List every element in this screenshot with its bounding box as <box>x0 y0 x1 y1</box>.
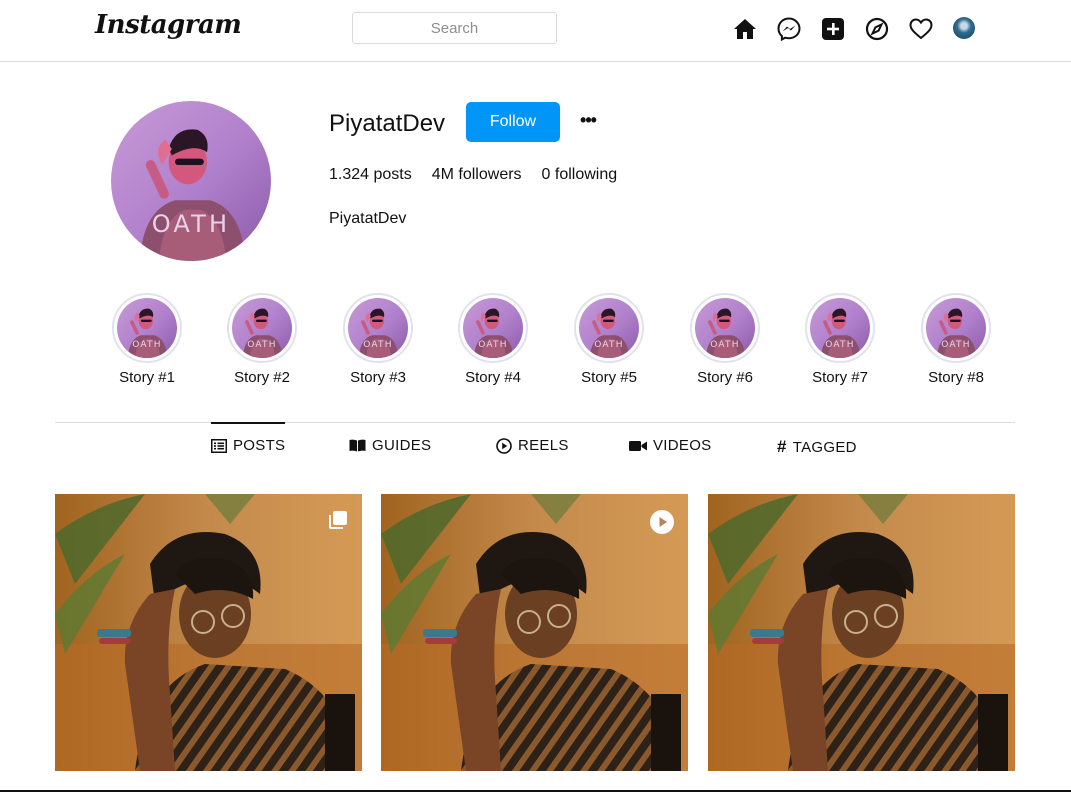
post-image <box>55 494 362 771</box>
profile-avatar[interactable] <box>953 17 975 39</box>
carousel-icon <box>328 510 348 535</box>
profile-picture[interactable] <box>111 101 271 261</box>
reels-play-icon <box>496 437 512 454</box>
story-label: Story #3 <box>350 369 406 386</box>
hashtag-icon: # <box>777 437 787 456</box>
activity-heart-icon[interactable] <box>909 17 933 41</box>
story-label: Story #2 <box>234 369 290 386</box>
following-count[interactable]: 0 following <box>542 166 618 184</box>
messenger-icon[interactable] <box>777 17 801 41</box>
story-ring <box>343 293 413 363</box>
story-highlight[interactable]: Story #7 <box>795 293 885 386</box>
video-play-icon <box>650 510 674 539</box>
post-image <box>381 494 688 771</box>
story-thumbnail <box>579 298 639 358</box>
story-thumbnail <box>117 298 177 358</box>
tab-label: GUIDES <box>372 437 432 454</box>
story-highlight[interactable]: Story #4 <box>448 293 538 386</box>
tab-label: TAGGED <box>792 438 857 456</box>
story-highlight[interactable]: Story #3 <box>333 293 423 386</box>
story-label: Story #4 <box>465 369 521 386</box>
tab-posts[interactable]: POSTS <box>211 422 286 454</box>
search-input[interactable] <box>352 12 557 44</box>
new-post-icon[interactable] <box>821 17 845 41</box>
story-thumbnail <box>695 298 755 358</box>
story-ring <box>690 293 760 363</box>
tab-tagged[interactable]: # TAGGED <box>777 437 857 457</box>
story-highlight[interactable]: Story #6 <box>680 293 770 386</box>
tab-label: VIDEOS <box>653 437 712 454</box>
story-label: Story #5 <box>581 369 637 386</box>
posts-grid-icon <box>211 438 227 453</box>
followers-count[interactable]: 4M followers <box>432 166 522 184</box>
tab-reels[interactable]: REELS <box>496 437 569 454</box>
post-thumbnail[interactable] <box>381 494 688 771</box>
story-thumbnail <box>926 298 986 358</box>
top-navigation-bar: Instagram <box>0 0 1071 62</box>
profile-picture-image <box>111 101 271 261</box>
book-icon <box>349 439 366 452</box>
story-ring <box>805 293 875 363</box>
story-ring <box>112 293 182 363</box>
follow-button[interactable]: Follow <box>466 102 560 142</box>
story-ring <box>227 293 297 363</box>
tab-label: POSTS <box>233 437 286 454</box>
story-ring <box>574 293 644 363</box>
story-label: Story #7 <box>812 369 868 386</box>
story-label: Story #1 <box>119 369 175 386</box>
tab-label: REELS <box>518 437 569 454</box>
story-thumbnail <box>463 298 523 358</box>
tab-videos[interactable]: VIDEOS <box>629 437 711 454</box>
posts-count: 1.324 posts <box>329 166 412 183</box>
tabs-divider <box>55 422 1015 423</box>
video-camera-icon <box>629 440 647 451</box>
story-thumbnail <box>232 298 292 358</box>
post-thumbnail[interactable] <box>708 494 1015 771</box>
post-image <box>708 494 1015 771</box>
story-label: Story #8 <box>928 369 984 386</box>
story-highlight[interactable]: Story #2 <box>217 293 307 386</box>
story-ring <box>921 293 991 363</box>
story-label: Story #6 <box>697 369 753 386</box>
explore-icon[interactable] <box>865 17 889 41</box>
home-icon[interactable] <box>733 17 757 41</box>
story-thumbnail <box>348 298 408 358</box>
story-highlight[interactable]: Story #8 <box>911 293 1001 386</box>
story-thumbnail <box>810 298 870 358</box>
post-thumbnail[interactable] <box>55 494 362 771</box>
profile-stats: 1.324 posts 4M followers 0 following <box>329 166 637 184</box>
more-options-button[interactable]: ••• <box>578 110 598 134</box>
story-ring <box>458 293 528 363</box>
instagram-logo[interactable]: Instagram <box>95 10 242 40</box>
story-highlight[interactable]: Story #5 <box>564 293 654 386</box>
story-highlight[interactable]: Story #1 <box>102 293 192 386</box>
tab-guides[interactable]: GUIDES <box>349 437 431 454</box>
profile-full-name: PiyatatDev <box>329 210 407 227</box>
profile-username: PiyatatDev <box>329 110 446 137</box>
